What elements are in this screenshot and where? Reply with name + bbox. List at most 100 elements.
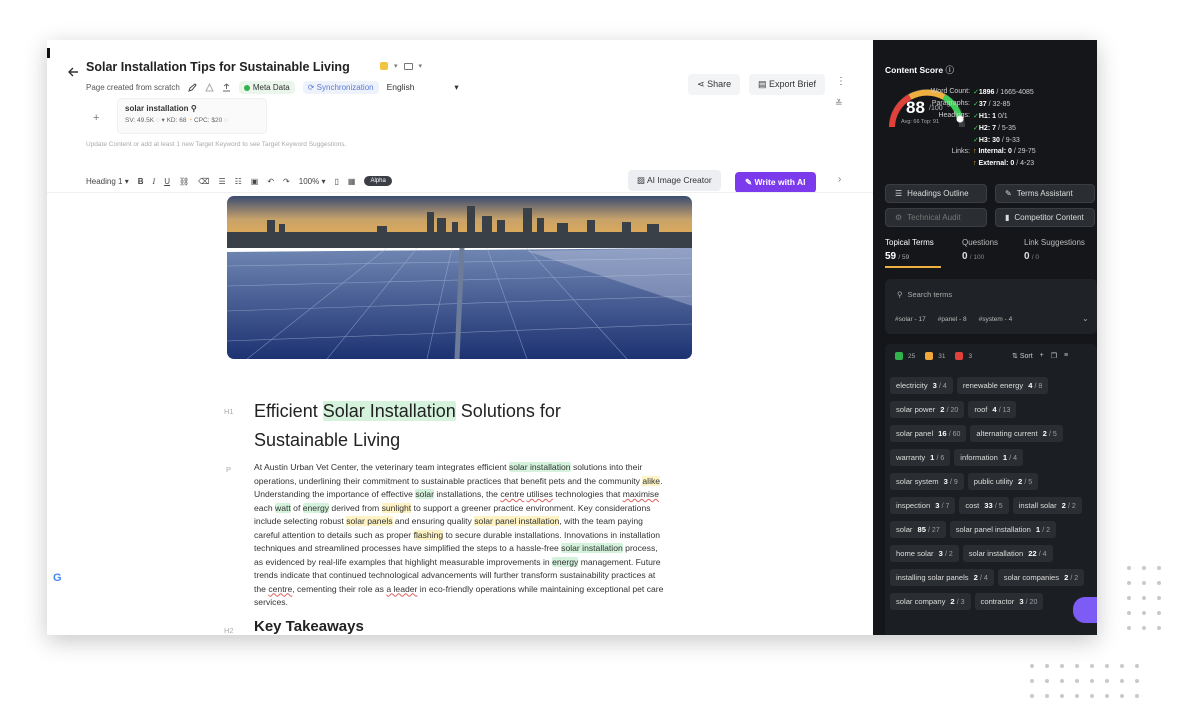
link-icon[interactable]: ⛓ [179, 177, 189, 186]
folder-icon[interactable] [403, 62, 413, 70]
sort-button[interactable]: ⇅ Sort [1012, 352, 1033, 360]
term-label: contractor [980, 597, 1015, 606]
tab-questions[interactable]: Questions 0 / 100 [962, 238, 998, 262]
competitor-content-button[interactable]: ▮ Competitor Content [995, 208, 1095, 227]
term-range: / 2 [1070, 575, 1079, 582]
more-options-icon[interactable]: ⋮ [836, 76, 846, 87]
term-chip[interactable]: inspection 3 / 7 [890, 497, 956, 514]
back-arrow-icon[interactable] [68, 67, 79, 77]
unlink-icon[interactable]: ⌫ [198, 177, 209, 186]
tab-label: Link Suggestions [1024, 238, 1085, 247]
numbered-list-icon[interactable]: ☷ [235, 177, 242, 186]
term-chip[interactable]: electricity 3 / 4 [890, 377, 953, 394]
language-select[interactable]: English ▾ [387, 82, 459, 93]
tag-filter[interactable]: #solar - 17 [895, 316, 926, 323]
collapse-icon[interactable]: ≚ [835, 98, 843, 109]
share-button[interactable]: ⋖ Share [688, 74, 741, 95]
upload-icon[interactable] [222, 83, 231, 92]
audit-icon: ⚙ [895, 213, 903, 222]
add-icon[interactable]: + [1040, 352, 1044, 360]
h2-number: H2: 7 [978, 125, 996, 132]
search-input[interactable]: ⚲ Search terms [897, 290, 952, 299]
term-count: 3 [943, 477, 948, 486]
term-count: 3 [1019, 597, 1024, 606]
chevron-down-icon[interactable]: ▾ [394, 62, 398, 70]
term-range: / 4 [1038, 551, 1047, 558]
term-count: 2 [950, 597, 955, 606]
tab-topical-terms[interactable]: Topical Terms 59 / 59 [885, 238, 934, 262]
terms-actions: ⇅ Sort + ❐ ≡ [1012, 352, 1068, 360]
paragraphs-value: ✓37 / 32-85 [973, 100, 1010, 108]
tab-link-suggestions[interactable]: Link Suggestions 0 / 0 [1024, 238, 1085, 262]
term-usage: 4 / 13 [992, 405, 1010, 414]
term-chip[interactable]: solar companies 2 / 2 [997, 569, 1085, 586]
term-chip[interactable]: solar company 2 / 3 [890, 593, 971, 610]
export-brief-button[interactable]: ▤ Export Brief [749, 74, 826, 95]
term-chip[interactable]: renewable energy 4 / 8 [956, 377, 1049, 394]
term-chip[interactable]: home solar 3 / 2 [890, 545, 959, 562]
meta-data-badge[interactable]: Meta Data [238, 81, 295, 94]
copy-icon[interactable]: ❐ [1051, 352, 1057, 360]
technical-audit-button[interactable]: ⚙ Technical Audit [885, 208, 987, 227]
term-chip[interactable]: information 1 / 4 [954, 449, 1024, 466]
term-chip[interactable]: contractor 3 / 20 [974, 593, 1044, 610]
image-insert-icon[interactable]: ▣ [251, 177, 259, 186]
outline-icon: ☰ [895, 189, 903, 198]
heading-select[interactable]: Heading 1 ▾ [86, 177, 129, 186]
italic-icon[interactable]: I [153, 177, 156, 186]
term-count: 4 [992, 405, 997, 414]
body-text: of [290, 502, 303, 513]
subheading: Key Takeaways [254, 618, 364, 635]
google-icon[interactable]: G [53, 572, 62, 584]
term-chip[interactable]: install solar 2 / 2 [1012, 497, 1082, 514]
term-chip[interactable]: solar power 2 / 20 [890, 401, 965, 418]
sync-badge[interactable]: ⟳ Synchronization [302, 81, 379, 94]
checkbox-red-icon[interactable] [955, 352, 964, 360]
bullet-list-icon[interactable]: ☰ [218, 177, 225, 186]
term-chip[interactable]: solar 85 / 27 [890, 521, 946, 538]
checkbox-yellow-icon[interactable] [925, 352, 934, 360]
undo-icon[interactable]: ↶ [267, 177, 274, 186]
term-range: / 5 [994, 503, 1003, 510]
table-icon[interactable]: ▦ [348, 177, 356, 186]
tab-count: 0 [1024, 251, 1030, 262]
word-count-number: 1896 [978, 89, 995, 96]
term-chip[interactable]: cost 33 / 5 [959, 497, 1009, 514]
alpha-badge: Alpha [364, 176, 392, 186]
pencil-icon[interactable] [188, 83, 197, 92]
keyword-metrics: SV: 49.5K ◌ ▾ KD: 68 ◔ CPC: $20 ◌ [125, 117, 228, 124]
term-usage: 3 / 7 [935, 501, 949, 510]
chevron-down-icon[interactable]: ⌄ [1082, 314, 1089, 323]
target-keyword-card[interactable]: solar installation ⚲ SV: 49.5K ◌ ▾ KD: 6… [117, 98, 267, 134]
term-chip[interactable]: solar panel 16 / 60 [890, 425, 967, 442]
spelling-flag: maximise [622, 489, 659, 499]
tag-filter[interactable]: #system - 4 [979, 316, 1013, 323]
term-chip[interactable]: solar installation 22 / 4 [962, 545, 1053, 562]
bold-icon[interactable]: B [138, 177, 144, 186]
headings-outline-button[interactable]: ☰ Headings Outline [885, 184, 987, 203]
redo-icon[interactable]: ↷ [283, 177, 290, 186]
heading-value: Heading 1 [86, 176, 123, 186]
checkbox-green-icon[interactable] [895, 352, 903, 360]
chevron-down-icon[interactable]: ▾ [419, 62, 423, 70]
underline-icon[interactable]: U [164, 177, 170, 186]
terms-assistant-button[interactable]: ✎ Terms Assistant [995, 184, 1095, 203]
write-with-ai-button[interactable]: ✎ Write with AI [735, 172, 816, 193]
term-chip[interactable]: solar system 3 / 9 [890, 473, 964, 490]
term-chip[interactable]: alternating current 2 / 5 [970, 425, 1063, 442]
term-chip[interactable]: solar panel installation 1 / 2 [949, 521, 1057, 538]
term-chip[interactable]: installing solar panels 2 / 4 [890, 569, 994, 586]
color-label-icon[interactable] [380, 62, 388, 70]
add-keyword-icon[interactable]: + [93, 112, 99, 124]
term-chip[interactable]: public utility 2 / 5 [967, 473, 1039, 490]
file-icon[interactable]: ▯ [334, 177, 338, 186]
zoom-select[interactable]: 100% ▾ [299, 177, 326, 186]
settings-icon[interactable]: ≡ [1064, 352, 1068, 360]
term-chip[interactable]: roof 4 / 13 [968, 401, 1017, 418]
active-tab-indicator [885, 266, 941, 268]
term-chip[interactable]: warranty 1 / 6 [890, 449, 951, 466]
ai-image-creator-button[interactable]: ▨ AI Image Creator [628, 170, 721, 191]
tag-filter[interactable]: #panel - 8 [938, 316, 967, 323]
chevron-right-icon[interactable]: › [838, 174, 841, 185]
chat-widget-icon[interactable] [1073, 597, 1097, 623]
